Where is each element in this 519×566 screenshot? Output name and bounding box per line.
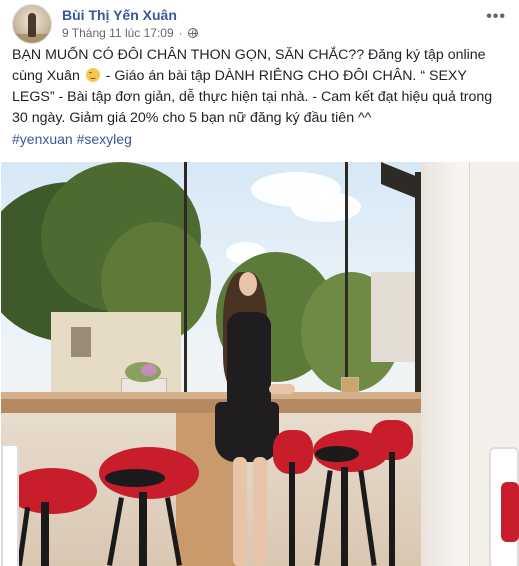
person-leg [253,457,267,566]
author-name[interactable]: Bùi Thị Yến Xuân [62,7,177,23]
window-frame [184,162,187,394]
hashtag-sexyleg[interactable]: #sexyleg [77,131,132,147]
meta-separator: · [178,26,183,40]
bar-counter [1,399,421,413]
window-frame [345,162,348,394]
photo-planter [341,377,359,393]
globe-icon[interactable] [187,28,198,38]
photo-flowers [141,364,157,376]
person-leg [233,457,247,566]
photo-window [71,327,91,357]
red-stool [501,482,519,542]
red-stool [7,468,97,514]
hashtag-yenxuan[interactable]: #yenxuan [12,131,73,147]
stool-cushion [315,446,359,462]
stool-leg [139,492,147,566]
stool-leg [289,462,295,566]
hashtags: #yenxuan #sexyleg [12,131,132,147]
person-dress [227,312,271,412]
post-text-part2: - Giáo án bài tập DÀNH RIÊNG CHO ĐÔI CHÂ… [12,68,493,126]
smirk-emoji-icon [85,68,100,82]
person-face [239,272,257,296]
post-text: BẠN MUỐN CÓ ĐÔI CHÂN THON GỌN, SĂN CHẮC?… [12,45,508,129]
person-skirt [215,402,279,462]
stool-leg [341,467,348,566]
photo-cloud [291,192,361,222]
stool-cushion [105,469,165,487]
post-photo[interactable] [1,162,519,566]
avatar-figure [28,13,36,37]
photo-building [371,272,416,362]
post-timestamp[interactable]: 9 Tháng 11 lúc 17:09 [62,26,174,40]
stool-leg [389,452,395,566]
profile-avatar[interactable] [12,4,52,44]
facebook-post: Bùi Thị Yến Xuân 9 Tháng 11 lúc 17:09 · … [0,0,519,566]
stool-leg [41,502,49,566]
more-options-icon[interactable]: ••• [486,8,506,26]
post-meta: 9 Tháng 11 lúc 17:09 · [62,26,198,40]
white-chair [1,444,19,566]
person-arm [269,384,295,394]
post-header: Bùi Thị Yến Xuân 9 Tháng 11 lúc 17:09 · … [12,4,512,48]
